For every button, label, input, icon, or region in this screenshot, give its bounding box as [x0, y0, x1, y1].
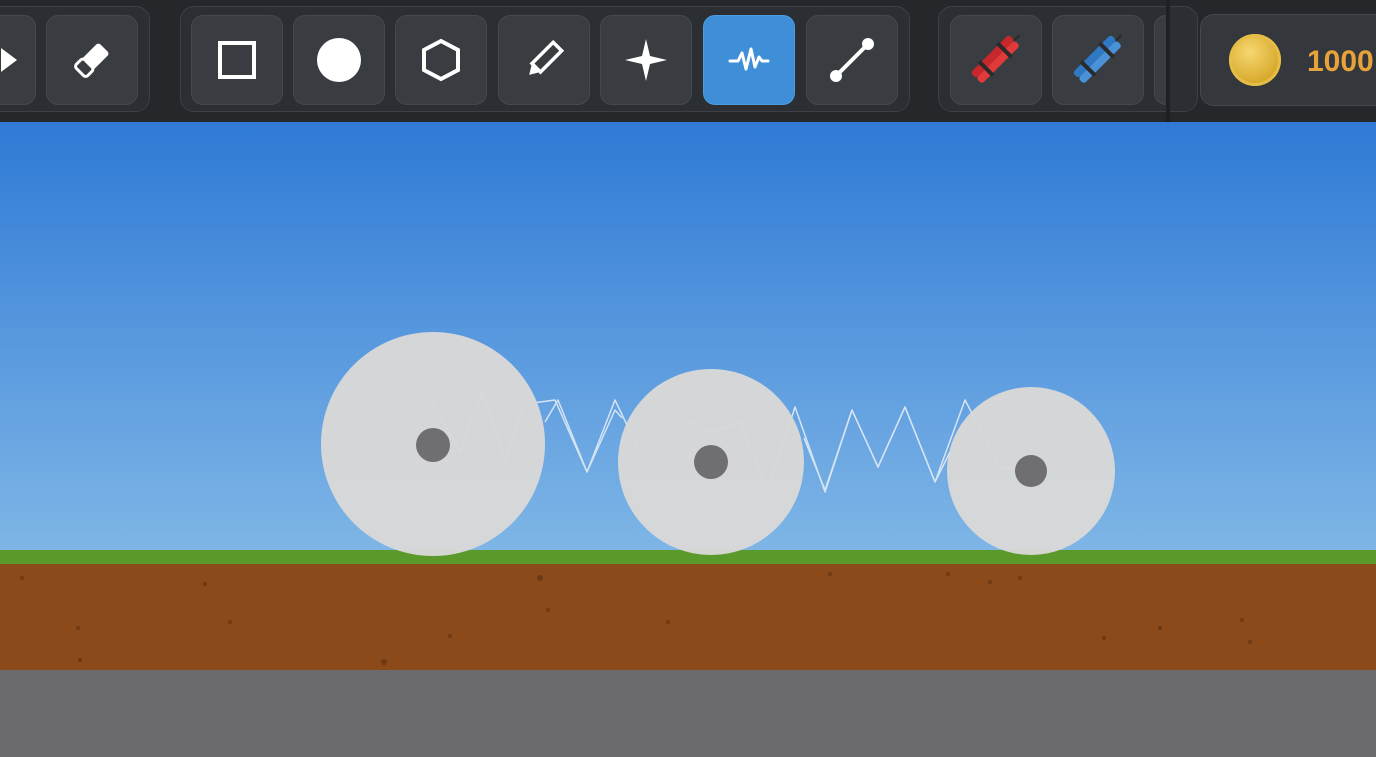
tool-eraser[interactable]: [46, 15, 138, 105]
coin-amount: 1000: [1307, 45, 1374, 78]
pencil-icon: [529, 39, 565, 75]
wheel-hub: [694, 445, 728, 479]
square-icon: [218, 41, 256, 79]
tool-draw[interactable]: [498, 15, 590, 105]
eraser-icon: [74, 43, 109, 78]
coin-counter: 1000: [1200, 14, 1376, 106]
tool-fixed-joint[interactable]: [600, 15, 692, 105]
tool-polygon[interactable]: [395, 15, 487, 105]
tool-box[interactable]: [191, 15, 283, 105]
wheel-hub: [1015, 455, 1047, 487]
gold-coin-icon: [1229, 34, 1281, 86]
wheel-small[interactable]: [947, 387, 1115, 555]
spring-wave-icon: [728, 47, 770, 71]
tool-blue-dynamite[interactable]: [1052, 15, 1144, 105]
tool-circle[interactable]: [293, 15, 385, 105]
wheel-medium[interactable]: [618, 369, 804, 555]
circle-icon: [317, 38, 361, 82]
toolbar: 1000: [0, 0, 1376, 122]
cursor-arrow-icon: [1, 48, 17, 72]
tool-rope[interactable]: [806, 15, 898, 105]
hexagon-icon: [422, 38, 460, 82]
tool-select[interactable]: [0, 15, 36, 105]
scene-canvas[interactable]: [0, 122, 1376, 752]
concrete-floor: [0, 670, 1376, 752]
game-scene[interactable]: [0, 122, 1376, 752]
sparkle-icon: [625, 39, 667, 81]
wheel-large[interactable]: [321, 332, 545, 556]
tool-spring[interactable]: [703, 15, 795, 105]
red-dynamite-icon: [971, 34, 1021, 83]
rod-link-icon: [830, 38, 874, 82]
toolbar-divider: [1166, 0, 1170, 122]
wheel-hub: [416, 428, 450, 462]
tool-red-dynamite[interactable]: [950, 15, 1042, 105]
dirt-layer: [0, 564, 1376, 670]
blue-dynamite-icon: [1073, 34, 1123, 83]
